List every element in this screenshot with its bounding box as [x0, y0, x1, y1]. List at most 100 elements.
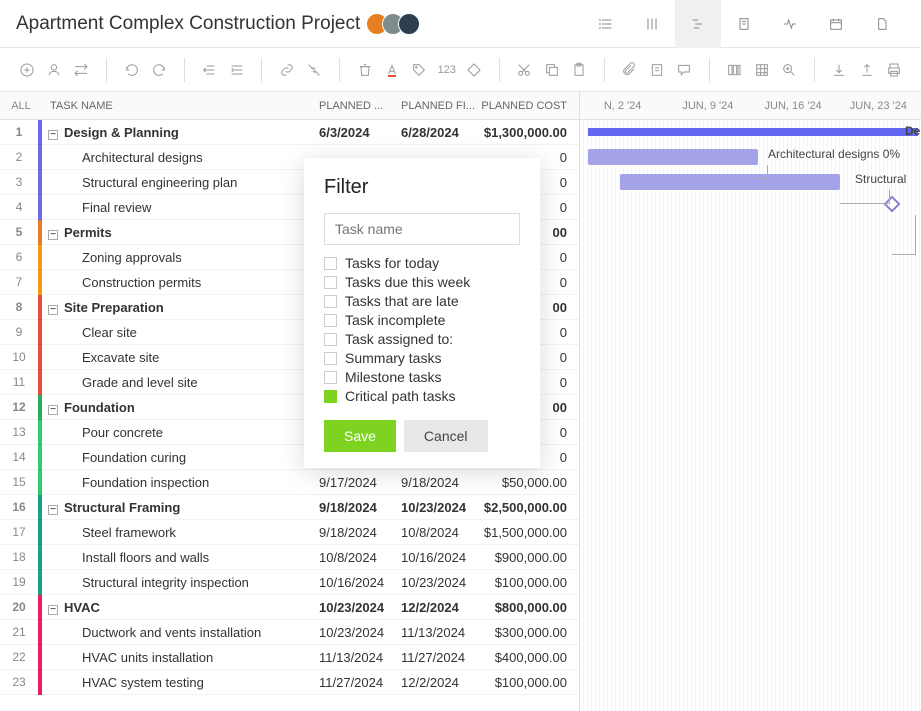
- collapse-icon[interactable]: −: [48, 605, 58, 615]
- number-icon[interactable]: 123: [436, 58, 457, 82]
- planned-finish-cell[interactable]: 10/23/2024: [397, 500, 479, 515]
- unlink-icon[interactable]: [304, 58, 325, 82]
- task-name-cell[interactable]: −Site Preparation: [42, 300, 315, 315]
- cut-icon[interactable]: [514, 58, 535, 82]
- collapse-icon[interactable]: −: [48, 505, 58, 515]
- checkbox[interactable]: [324, 333, 337, 346]
- planned-cost-cell[interactable]: $900,000.00: [479, 550, 579, 565]
- indent-icon[interactable]: [226, 58, 247, 82]
- task-row[interactable]: 20−HVAC10/23/202412/2/2024$800,000.00: [0, 595, 579, 620]
- gantt-chart[interactable]: N, 2 '24 JUN, 9 '24 JUN, 16 '24 JUN, 23 …: [580, 92, 921, 711]
- tag-icon[interactable]: [409, 58, 430, 82]
- zoom-icon[interactable]: [778, 58, 799, 82]
- filter-option[interactable]: Tasks due this week: [324, 274, 520, 290]
- assign-icon[interactable]: [43, 58, 64, 82]
- planned-finish-cell[interactable]: 11/27/2024: [397, 650, 479, 665]
- filter-option[interactable]: Task incomplete: [324, 312, 520, 328]
- filter-option[interactable]: Task assigned to:: [324, 331, 520, 347]
- planned-start-cell[interactable]: 9/18/2024: [315, 525, 397, 540]
- task-name-cell[interactable]: −HVAC: [42, 600, 315, 615]
- task-name-cell[interactable]: Steel framework: [42, 525, 315, 540]
- planned-start-cell[interactable]: 9/17/2024: [315, 475, 397, 490]
- task-row[interactable]: 18Install floors and walls10/8/202410/16…: [0, 545, 579, 570]
- col-all[interactable]: ALL: [0, 100, 42, 112]
- task-name-cell[interactable]: Construction permits: [42, 275, 315, 290]
- planned-cost-cell[interactable]: $50,000.00: [479, 475, 579, 490]
- columns-icon[interactable]: [724, 58, 745, 82]
- paste-icon[interactable]: [568, 58, 589, 82]
- planned-finish-cell[interactable]: 12/2/2024: [397, 675, 479, 690]
- note-icon[interactable]: [646, 58, 667, 82]
- task-name-cell[interactable]: Structural engineering plan: [42, 175, 315, 190]
- planned-finish-cell[interactable]: 11/13/2024: [397, 625, 479, 640]
- doc-view-icon[interactable]: [721, 0, 767, 48]
- task-name-cell[interactable]: Foundation curing: [42, 450, 315, 465]
- filter-option[interactable]: Critical path tasks: [324, 388, 520, 404]
- collapse-icon[interactable]: −: [48, 305, 58, 315]
- planned-cost-cell[interactable]: $1,500,000.00: [479, 525, 579, 540]
- planned-start-cell[interactable]: 10/8/2024: [315, 550, 397, 565]
- cancel-button[interactable]: Cancel: [404, 420, 488, 452]
- gantt-summary-bar[interactable]: [588, 128, 918, 136]
- checkbox[interactable]: [324, 371, 337, 384]
- task-row[interactable]: 21Ductwork and vents installation10/23/2…: [0, 620, 579, 645]
- planned-start-cell[interactable]: 10/23/2024: [315, 600, 397, 615]
- gantt-view-icon[interactable]: [675, 0, 721, 48]
- planned-start-cell[interactable]: 10/16/2024: [315, 575, 397, 590]
- planned-start-cell[interactable]: 6/3/2024: [315, 125, 397, 140]
- outdent-icon[interactable]: [199, 58, 220, 82]
- planned-cost-cell[interactable]: $300,000.00: [479, 625, 579, 640]
- planned-cost-cell[interactable]: $2,500,000.00: [479, 500, 579, 515]
- task-name-cell[interactable]: −Structural Framing: [42, 500, 315, 515]
- swap-icon[interactable]: [71, 58, 92, 82]
- planned-finish-cell[interactable]: 6/28/2024: [397, 125, 479, 140]
- task-name-cell[interactable]: Final review: [42, 200, 315, 215]
- task-name-cell[interactable]: −Foundation: [42, 400, 315, 415]
- calendar-icon[interactable]: [813, 0, 859, 48]
- copy-icon[interactable]: [541, 58, 562, 82]
- task-row[interactable]: 16−Structural Framing9/18/202410/23/2024…: [0, 495, 579, 520]
- task-name-cell[interactable]: Ductwork and vents installation: [42, 625, 315, 640]
- planned-cost-cell[interactable]: $800,000.00: [479, 600, 579, 615]
- collapse-icon[interactable]: −: [48, 130, 58, 140]
- task-name-cell[interactable]: Structural integrity inspection: [42, 575, 315, 590]
- collaborator-avatars[interactable]: [372, 13, 420, 35]
- col-start[interactable]: PLANNED ...: [315, 100, 397, 112]
- task-name-cell[interactable]: Zoning approvals: [42, 250, 315, 265]
- planned-start-cell[interactable]: 9/18/2024: [315, 500, 397, 515]
- task-row[interactable]: 17Steel framework9/18/202410/8/2024$1,50…: [0, 520, 579, 545]
- checkbox[interactable]: [324, 314, 337, 327]
- task-row[interactable]: 19Structural integrity inspection10/16/2…: [0, 570, 579, 595]
- task-name-cell[interactable]: −Permits: [42, 225, 315, 240]
- planned-start-cell[interactable]: 11/13/2024: [315, 650, 397, 665]
- checkbox[interactable]: [324, 390, 337, 403]
- avatar[interactable]: [398, 13, 420, 35]
- task-name-cell[interactable]: Clear site: [42, 325, 315, 340]
- list-view-icon[interactable]: [583, 0, 629, 48]
- priority-icon[interactable]: [463, 58, 484, 82]
- planned-finish-cell[interactable]: 10/23/2024: [397, 575, 479, 590]
- export-icon[interactable]: [856, 58, 877, 82]
- filter-option[interactable]: Milestone tasks: [324, 369, 520, 385]
- filter-name-input[interactable]: [324, 213, 520, 245]
- text-color-icon[interactable]: [381, 58, 402, 82]
- gantt-task-bar[interactable]: [620, 174, 840, 190]
- planned-start-cell[interactable]: 10/23/2024: [315, 625, 397, 640]
- attach-icon[interactable]: [619, 58, 640, 82]
- link-icon[interactable]: [276, 58, 297, 82]
- checkbox[interactable]: [324, 276, 337, 289]
- print-icon[interactable]: [884, 58, 905, 82]
- comment-icon[interactable]: [673, 58, 694, 82]
- planned-cost-cell[interactable]: $400,000.00: [479, 650, 579, 665]
- file-icon[interactable]: [859, 0, 905, 48]
- planned-finish-cell[interactable]: 12/2/2024: [397, 600, 479, 615]
- activity-icon[interactable]: [767, 0, 813, 48]
- checkbox[interactable]: [324, 257, 337, 270]
- task-name-cell[interactable]: Grade and level site: [42, 375, 315, 390]
- gantt-task-bar[interactable]: [588, 149, 758, 165]
- task-row[interactable]: 15Foundation inspection9/17/20249/18/202…: [0, 470, 579, 495]
- redo-icon[interactable]: [148, 58, 169, 82]
- task-row[interactable]: 22HVAC units installation11/13/202411/27…: [0, 645, 579, 670]
- board-view-icon[interactable]: [629, 0, 675, 48]
- col-cost[interactable]: PLANNED COST: [479, 100, 579, 112]
